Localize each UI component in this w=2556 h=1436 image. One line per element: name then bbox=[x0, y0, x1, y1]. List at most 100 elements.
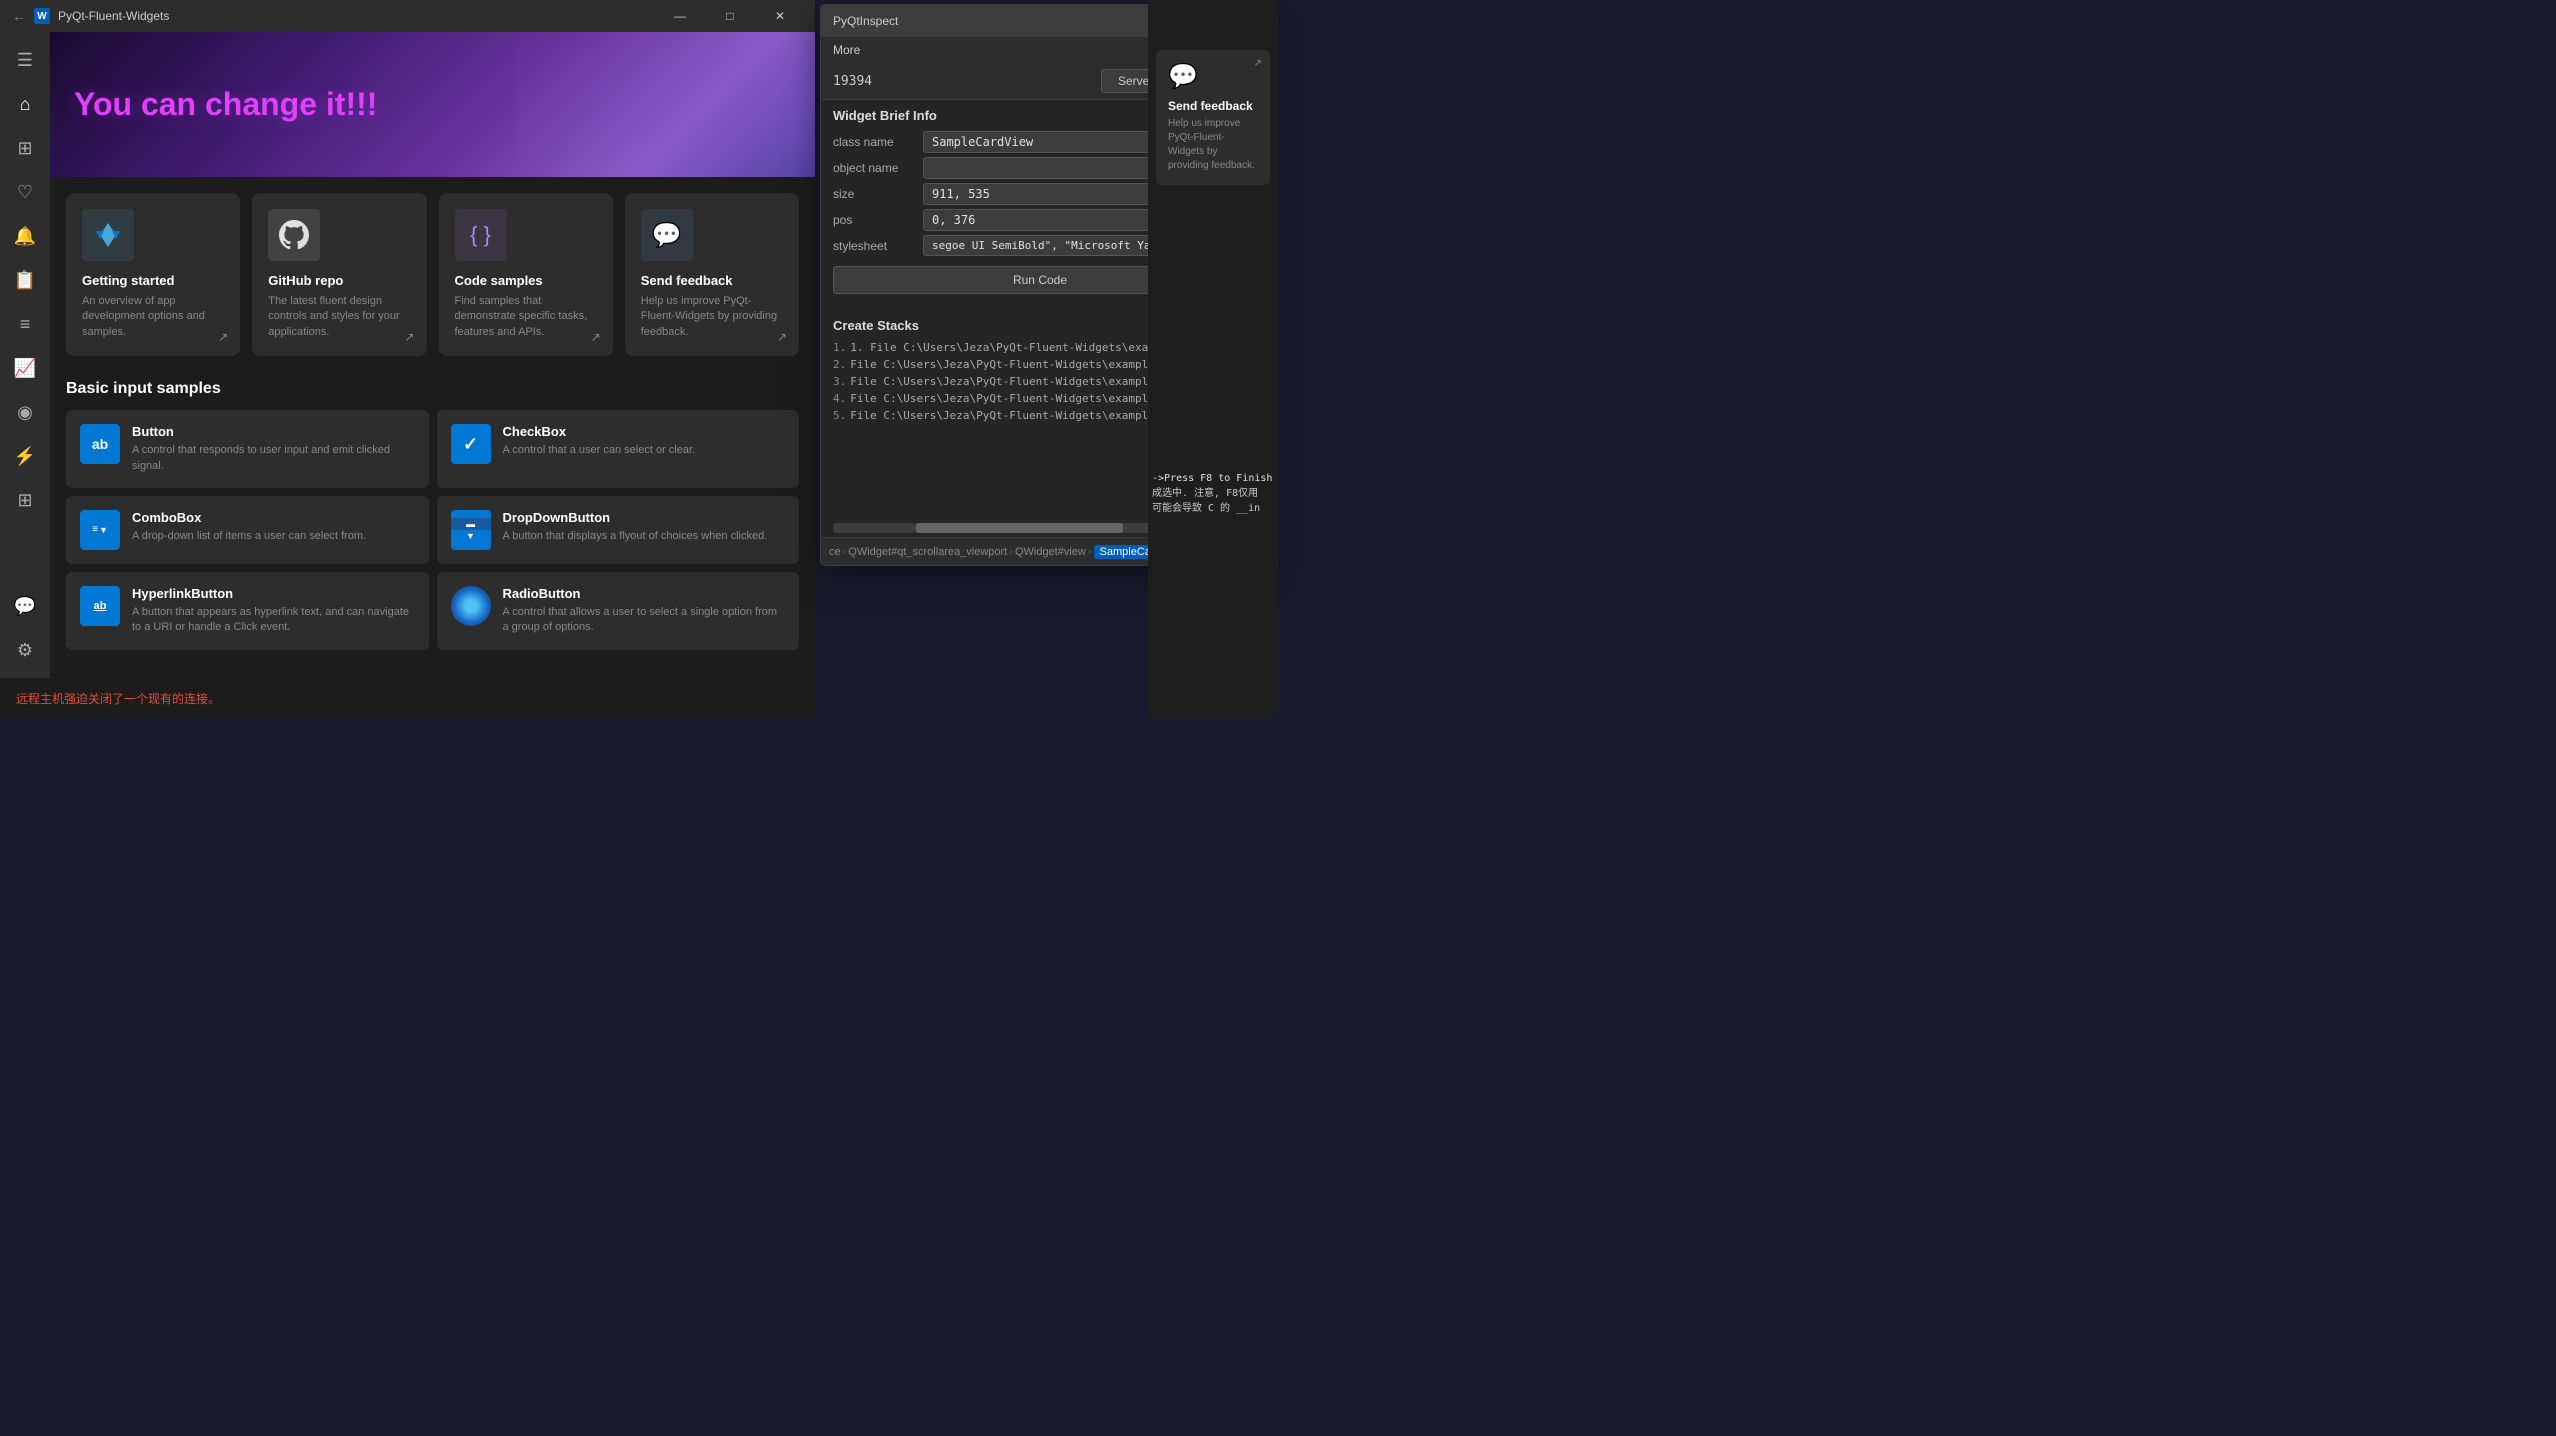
debug-text-area: ->Press F8 to Finish I 成选中. 注意, F8仅用 可能会… bbox=[1148, 469, 1278, 518]
class-name-label: class name bbox=[833, 135, 923, 149]
debug-line-4: 可能会导致 C 的 __in bbox=[1152, 499, 1274, 514]
combobox-icon: ≡▼ bbox=[80, 510, 120, 550]
list-item[interactable]: ✓ CheckBox A control that a user can sel… bbox=[437, 410, 800, 488]
size-label: size bbox=[833, 187, 923, 201]
hyperlink-name: HyperlinkButton bbox=[132, 586, 415, 601]
right-feedback-desc: Help us improve PyQt-Fluent-Widgets by p… bbox=[1168, 117, 1258, 173]
radio-icon bbox=[451, 586, 491, 626]
hero-title: You can change it!!! bbox=[74, 86, 377, 123]
scrollbar-thumb[interactable] bbox=[916, 523, 1123, 533]
button-name: Button bbox=[132, 424, 415, 439]
github-link[interactable]: ↗ bbox=[404, 330, 414, 344]
main-content: You can change it!!! Getting started An … bbox=[50, 32, 815, 678]
sidebar-menu-icon[interactable]: ☰ bbox=[5, 40, 45, 80]
breadcrumb-sep-3: › bbox=[1088, 546, 1092, 558]
checkbox-icon: ✓ bbox=[451, 424, 491, 464]
list-item[interactable]: ab HyperlinkButton A button that appears… bbox=[66, 572, 429, 650]
main-window: ← W PyQt-Fluent-Widgets — □ ✕ ☰ ⌂ ⊞ ♡ 🔔 … bbox=[0, 0, 815, 718]
title-bar: ← W PyQt-Fluent-Widgets — □ ✕ bbox=[0, 0, 815, 32]
sidebar-feedback-icon[interactable]: 💬 bbox=[5, 586, 45, 626]
dropdown-name: DropDownButton bbox=[503, 510, 786, 525]
getting-started-link[interactable]: ↗ bbox=[218, 330, 228, 344]
sidebar-apps-icon[interactable]: ⊞ bbox=[5, 128, 45, 168]
list-item[interactable]: ▬ ▼ DropDownButton A button that display… bbox=[437, 496, 800, 564]
debug-line-2: 成选中. 注意, F8仅用 bbox=[1152, 484, 1274, 499]
maximize-button[interactable]: □ bbox=[707, 0, 753, 32]
combobox-desc: A drop-down list of items a user can sel… bbox=[132, 529, 415, 544]
list-item[interactable]: ab Button A control that responds to use… bbox=[66, 410, 429, 488]
minimize-button[interactable]: — bbox=[657, 0, 703, 32]
app-body: ☰ ⌂ ⊞ ♡ 🔔 📋 ≡ 📈 ◉ ⚡ ⊞ 💬 ⚙ You can change… bbox=[0, 32, 815, 678]
right-feedback-link[interactable]: ↗ bbox=[1254, 58, 1262, 69]
sidebar-flash-icon[interactable]: ⚡ bbox=[5, 436, 45, 476]
right-panel: 💬 Send feedback Help us improve PyQt-Flu… bbox=[1148, 0, 1278, 718]
feedback-title: Send feedback bbox=[641, 273, 783, 288]
status-message: 远程主机强迫关闭了一个现有的连接。 bbox=[16, 690, 220, 707]
object-name-label: object name bbox=[833, 161, 923, 175]
feedback-icon: 💬 bbox=[641, 209, 693, 261]
sidebar-analytics-icon[interactable]: 📈 bbox=[5, 348, 45, 388]
getting-started-desc: An overview of app development options a… bbox=[82, 294, 224, 340]
checkbox-name: CheckBox bbox=[503, 424, 786, 439]
getting-started-icon bbox=[82, 209, 134, 261]
code-samples-desc: Find samples that demonstrate specific t… bbox=[455, 294, 597, 340]
button-icon: ab bbox=[80, 424, 120, 464]
hyperlink-icon: ab bbox=[80, 586, 120, 626]
card-getting-started[interactable]: Getting started An overview of app devel… bbox=[66, 193, 240, 356]
hero-section: You can change it!!! bbox=[50, 32, 815, 177]
cards-section: Getting started An overview of app devel… bbox=[50, 177, 815, 372]
radio-info: RadioButton A control that allows a user… bbox=[503, 586, 786, 636]
github-desc: The latest fluent design controls and st… bbox=[268, 294, 410, 340]
list-item[interactable]: ≡▼ ComboBox A drop-down list of items a … bbox=[66, 496, 429, 564]
hyperlink-info: HyperlinkButton A button that appears as… bbox=[132, 586, 415, 636]
breadcrumb-item-viewport[interactable]: QWidget#qt_scrollarea_viewport bbox=[848, 546, 1007, 558]
sidebar-clipboard-icon[interactable]: 📋 bbox=[5, 260, 45, 300]
app-icon-text: W bbox=[37, 11, 46, 22]
sidebar-favorites-icon[interactable]: ♡ bbox=[5, 172, 45, 212]
feedback-link[interactable]: ↗ bbox=[777, 330, 787, 344]
sidebar-radio-icon[interactable]: ◉ bbox=[5, 392, 45, 432]
window-controls: — □ ✕ bbox=[657, 0, 803, 32]
breadcrumb-item-view[interactable]: QWidget#view bbox=[1015, 546, 1086, 558]
breadcrumb-item-ce[interactable]: ce bbox=[829, 546, 841, 558]
pos-label: pos bbox=[833, 213, 923, 227]
github-title: GitHub repo bbox=[268, 273, 410, 288]
close-button[interactable]: ✕ bbox=[757, 0, 803, 32]
list-item[interactable]: RadioButton A control that allows a user… bbox=[437, 572, 800, 650]
sidebar: ☰ ⌂ ⊞ ♡ 🔔 📋 ≡ 📈 ◉ ⚡ ⊞ 💬 ⚙ bbox=[0, 32, 50, 678]
input-grid: ab Button A control that responds to use… bbox=[50, 410, 815, 650]
sidebar-home-icon[interactable]: ⌂ bbox=[5, 84, 45, 124]
button-desc: A control that responds to user input an… bbox=[132, 443, 415, 474]
inspect-window-title: PyQtInspect bbox=[833, 14, 1151, 28]
code-samples-title: Code samples bbox=[455, 273, 597, 288]
window-title: PyQt-Fluent-Widgets bbox=[58, 9, 169, 23]
app-icon: W bbox=[34, 8, 50, 24]
basic-inputs-title: Basic input samples bbox=[50, 372, 815, 410]
sidebar-settings-icon[interactable]: ⚙ bbox=[5, 630, 45, 670]
checkbox-desc: A control that a user can select or clea… bbox=[503, 443, 786, 458]
github-icon bbox=[268, 209, 320, 261]
back-button[interactable]: ← bbox=[12, 8, 26, 24]
feedback-desc: Help us improve PyQt-Fluent-Widgets by p… bbox=[641, 294, 783, 340]
code-samples-link[interactable]: ↗ bbox=[591, 330, 601, 344]
checkbox-info: CheckBox A control that a user can selec… bbox=[503, 424, 786, 458]
sidebar-grid-icon[interactable]: ⊞ bbox=[5, 480, 45, 520]
right-feedback-title: Send feedback bbox=[1168, 99, 1258, 113]
radio-desc: A control that allows a user to select a… bbox=[503, 605, 786, 636]
radio-name: RadioButton bbox=[503, 586, 786, 601]
card-github[interactable]: GitHub repo The latest fluent design con… bbox=[252, 193, 426, 356]
more-menu-item[interactable]: More bbox=[833, 43, 860, 57]
card-code-samples[interactable]: { } Code samples Find samples that demon… bbox=[439, 193, 613, 356]
card-feedback[interactable]: 💬 Send feedback Help us improve PyQt-Flu… bbox=[625, 193, 799, 356]
sidebar-list-icon[interactable]: ≡ bbox=[5, 304, 45, 344]
getting-started-title: Getting started bbox=[82, 273, 224, 288]
code-samples-icon: { } bbox=[455, 209, 507, 261]
hyperlink-desc: A button that appears as hyperlink text,… bbox=[132, 605, 415, 636]
dropdown-info: DropDownButton A button that displays a … bbox=[503, 510, 786, 544]
sidebar-notifications-icon[interactable]: 🔔 bbox=[5, 216, 45, 256]
breadcrumb-sep-2: › bbox=[1009, 546, 1013, 558]
dropdown-icon: ▬ ▼ bbox=[451, 510, 491, 550]
combobox-name: ComboBox bbox=[132, 510, 415, 525]
right-feedback-icon: 💬 bbox=[1168, 62, 1258, 91]
right-feedback-card[interactable]: 💬 Send feedback Help us improve PyQt-Flu… bbox=[1156, 50, 1270, 185]
